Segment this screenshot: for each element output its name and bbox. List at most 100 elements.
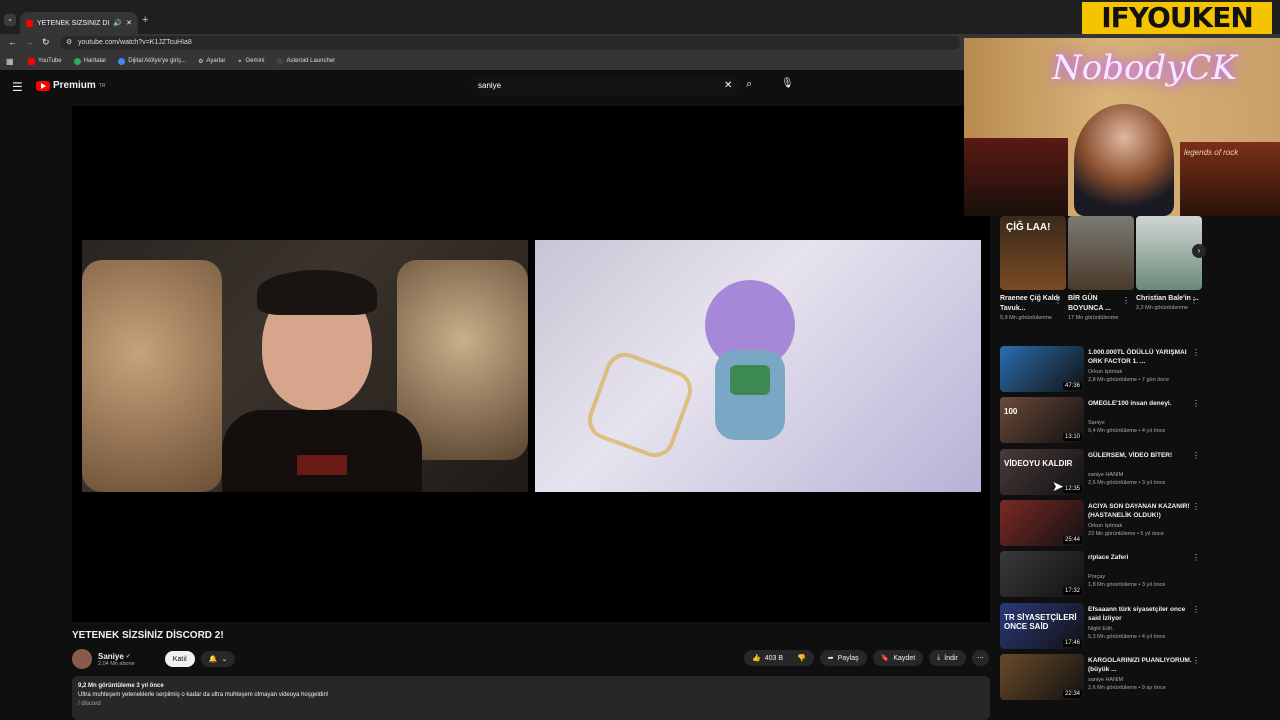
gear-icon: ⚙ [198, 58, 204, 65]
recommendation-channel[interactable]: Saniye [1088, 419, 1105, 427]
recommendation-title[interactable]: Efsaaann türk siyasetçiler once said İzl… [1088, 605, 1192, 623]
duration-badge: 22:34 [1062, 689, 1082, 698]
back-icon[interactable]: ← [8, 37, 17, 47]
recommendation-channel[interactable]: Night Edit. [1088, 625, 1113, 633]
video-frame-elephant-toy [535, 240, 981, 492]
recommendation-card[interactable]: 17:32 r/place Zaferi Porçay 1,8 Mn görün… [1000, 551, 1200, 599]
video-thumbnail[interactable]: 17:32 [1000, 551, 1084, 598]
recommendation-meta: 9,4 Mn görüntüleme • 4 yıl önce [1088, 428, 1166, 435]
apps-grid-icon[interactable]: ▦ [6, 57, 14, 66]
video-thumbnail[interactable]: 47:36 [1000, 346, 1084, 392]
close-tab-icon[interactable]: ✕ [126, 19, 132, 27]
recommendation-channel[interactable]: saniye HANIM [1088, 676, 1123, 684]
thumbnail-overlay-text: TR SİYASETÇİLERİ ONCE SAİD [1004, 612, 1077, 631]
more-options-icon[interactable]: ⋮ [1192, 451, 1200, 460]
recommendation-meta: 2,8 Mn görüntüleme • 7 gün önce [1088, 377, 1170, 383]
url-field[interactable]: ⚙ youtube.com/watch?v=K1JZTcuHIa8 [60, 36, 960, 50]
recommendation-title[interactable]: ACIYA SON DAYANAN KAZANIR! (HASTANELİK O… [1088, 502, 1192, 520]
share-icon: ➦ [827, 655, 834, 662]
short-more-icon[interactable]: ⋮ [1054, 296, 1062, 305]
video-thumbnail[interactable]: 100 13:10 [1000, 397, 1084, 444]
more-options-icon[interactable]: ⋮ [1192, 656, 1200, 665]
bookmark-google[interactable]: Dijital Atölye'ye giriş... [118, 57, 186, 65]
short-views: 5,9 Mn görüntülenme [1000, 315, 1052, 321]
recommendation-channel[interactable]: Porçay [1088, 573, 1105, 581]
voice-search-icon[interactable]: 🎙 [781, 78, 794, 89]
recommendation-card[interactable]: 22:34 KARGOLARINIZI PUANLIYORUM. (büyük … [1000, 653, 1200, 702]
download-button[interactable]: ⤓ İndir [929, 650, 966, 666]
short-overlay-text: ÇİĞ LAA! [1006, 222, 1051, 233]
short-thumb-2[interactable] [1068, 216, 1134, 290]
more-options-icon[interactable]: ⋮ [1192, 502, 1200, 511]
thumbs-down-icon[interactable]: 👎 [797, 654, 806, 662]
recommendation-title[interactable]: GÜLERSEM, VİDEO BİTER! [1088, 451, 1192, 460]
bookmark-youtube[interactable]: YouTube [28, 57, 62, 65]
video-thumbnail[interactable]: VİDEOYU KALDIR 12:35 [1000, 448, 1084, 495]
new-tab-button[interactable]: + [142, 14, 148, 26]
recommendation-channel[interactable]: saniye HANIM [1088, 471, 1123, 479]
more-options-icon[interactable]: ⋮ [1192, 399, 1200, 408]
description-text: Ultra muhteşem yeteneklerle serpilmiş o … [78, 692, 329, 698]
recommendation-card[interactable]: TR SİYASETÇİLERİ ONCE SAİD 17:46 Efsaaan… [1000, 602, 1200, 651]
join-button[interactable]: Katıl [164, 651, 195, 667]
description-link[interactable]: / discord [78, 700, 984, 709]
recommendation-card[interactable]: 47:36 1.000.000TL ÖDÜLLÜ YARIŞMAI ORK FA… [1000, 346, 1200, 394]
channel-avatar[interactable] [72, 649, 92, 669]
asteroid-icon [276, 57, 284, 65]
recommendation-card[interactable]: 100 13:10 OMEGLE'100 insan deneyi. Saniy… [1000, 397, 1200, 445]
recommendation-meta: 2,6 Mn görüntüleme • 3 yıl önce [1088, 479, 1166, 486]
video-title: YETENEK SİZSİNİZ DİSCORD 2! [72, 630, 224, 641]
short-thumb-1[interactable]: ÇİĞ LAA! [1000, 216, 1066, 290]
duration-badge: 47:36 [1062, 382, 1082, 390]
channel-name[interactable]: Saniye [98, 652, 124, 661]
subscribed-bell-button[interactable]: 🔔 ⌄ [200, 651, 236, 667]
reload-icon[interactable]: ↻ [42, 37, 50, 48]
clear-search-icon[interactable]: ✕ [724, 76, 732, 96]
site-info-icon[interactable]: ⚙ [66, 36, 72, 50]
video-thumbnail[interactable]: 25:44 [1000, 499, 1084, 546]
maps-pin-icon [73, 57, 81, 65]
chevron-down-icon: ⌄ [221, 656, 228, 663]
video-thumbnail[interactable]: TR SİYASETÇİLERİ ONCE SAİD 17:46 [1000, 602, 1084, 649]
youtube-logo[interactable]: Premium TR [36, 80, 105, 91]
recommendation-card[interactable]: 25:44 ACIYA SON DAYANAN KAZANIR! (HASTAN… [1000, 499, 1200, 548]
recommendation-title[interactable]: r/place Zaferi [1088, 553, 1192, 562]
recommendation-title[interactable]: KARGOLARINIZI PUANLIYORUM. (büyük ... [1088, 656, 1192, 674]
short-more-icon[interactable]: ⋮ [1190, 296, 1198, 305]
share-button[interactable]: ➦ Paylaş [819, 650, 867, 666]
more-options-icon[interactable]: ⋮ [1192, 348, 1200, 357]
google-icon [118, 57, 126, 65]
short-more-icon[interactable]: ⋮ [1122, 296, 1130, 305]
bookmark-maps[interactable]: Haritalar [73, 57, 106, 65]
recommendation-title[interactable]: OMEGLE'100 insan deneyi. [1088, 399, 1192, 408]
more-actions-button[interactable]: ⋯ [971, 650, 989, 666]
more-options-icon[interactable]: ⋮ [1192, 605, 1200, 614]
bookmark-asteroid[interactable]: Asteroid Launcher [276, 57, 335, 65]
recommendation-title[interactable]: 1.000.000TL ÖDÜLLÜ YARIŞMAI ORK FACTOR 1… [1088, 348, 1192, 366]
description-box[interactable]: 9,2 Mn görüntüleme 3 yıl önce Ultra muht… [72, 676, 990, 720]
bookmark-settings[interactable]: ⚙ Ayarlar [198, 58, 225, 65]
channel-row: Saniye ✔ 2,04 Mn abone Katıl 🔔 ⌄ [72, 648, 236, 670]
bookmark-gemini[interactable]: ✦ Gemini [237, 58, 264, 65]
like-button[interactable]: 👍 403 B 👎 [744, 650, 814, 666]
search-input[interactable]: saniye ✕ [470, 76, 740, 96]
menu-icon[interactable]: ☰ [12, 80, 23, 94]
recommendation-channel[interactable]: Orkun Işıtmak [1088, 368, 1122, 376]
forward-icon[interactable]: → [25, 37, 34, 47]
duration-badge: 17:46 [1062, 638, 1082, 647]
browser-tab[interactable]: YETENEK SİZSİNİZ DİSCORD 🔊 ✕ [20, 12, 138, 34]
video-thumbnail[interactable]: 22:34 [1000, 653, 1084, 700]
streamer-person [1074, 104, 1174, 216]
search-icon[interactable]: ⌕ [746, 78, 752, 91]
save-button[interactable]: 🔖 Kaydet [872, 650, 924, 666]
youtube-favicon-icon [26, 19, 33, 27]
mouse-cursor-icon: ➤ [1052, 478, 1064, 494]
recommendation-card[interactable]: VİDEOYU KALDIR 12:35 GÜLERSEM, VİDEO BİT… [1000, 448, 1200, 497]
youtube-bookmark-icon [28, 57, 35, 65]
more-options-icon[interactable]: ⋮ [1192, 553, 1200, 562]
video-frame-webcam [82, 240, 528, 492]
duration-badge: 13:10 [1062, 433, 1082, 442]
tab-list-chevron-icon[interactable]: ⌄ [4, 14, 16, 26]
shorts-next-chevron-icon[interactable]: › [1192, 244, 1206, 258]
recommendation-channel[interactable]: Orkun Işıtmak [1088, 522, 1122, 530]
